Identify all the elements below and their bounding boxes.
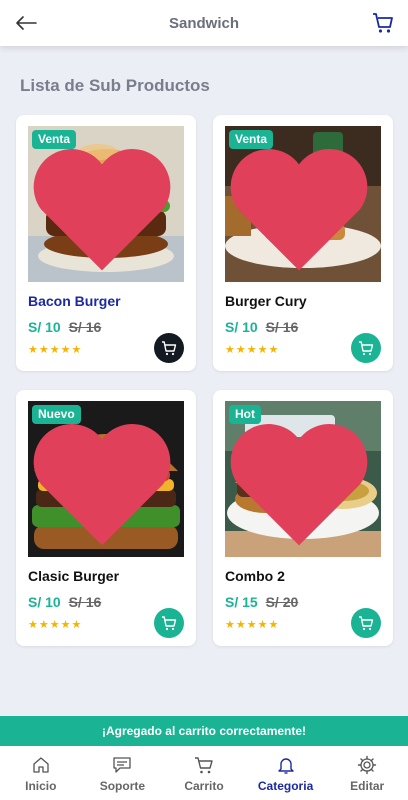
app-header: Sandwich — [0, 0, 408, 46]
page-title: Sandwich — [168, 14, 239, 32]
product-image[interactable]: Venta — [28, 126, 184, 282]
product-card[interactable]: Nuevo Clasic Burger S/ 10 S/ 16 ★★★★★ — [16, 390, 196, 646]
success-toast: ¡Agregado al carrito correctamente! — [0, 716, 408, 746]
tab-label: Editar — [350, 779, 385, 793]
rating-stars: ★★★★★ — [225, 344, 280, 356]
shopping-cart-icon[interactable] — [372, 11, 394, 35]
support-icon — [113, 757, 132, 773]
bottom-tab-bar: Inicio Soporte Carrito Categoria Editar — [0, 746, 408, 800]
tab-soporte[interactable]: Soporte — [82, 746, 164, 800]
cart-icon — [359, 616, 374, 631]
tab-label: Carrito — [184, 779, 224, 793]
tab-label: Inicio — [25, 779, 57, 793]
home-icon — [33, 757, 49, 773]
product-prices: S/ 10 S/ 16 — [28, 319, 101, 335]
heart-icon[interactable] — [225, 130, 377, 282]
product-card[interactable]: Venta Bacon Burger S/ 10 S/ 16 ★★★★★ — [16, 115, 196, 371]
tab-categoria[interactable]: Categoria — [245, 746, 327, 800]
product-prices: S/ 10 S/ 16 — [225, 319, 298, 335]
product-name[interactable]: Burger Cury — [225, 293, 307, 309]
product-old-price: S/ 20 — [265, 594, 299, 610]
add-to-cart-button[interactable] — [351, 333, 381, 363]
tab-label: Categoria — [257, 779, 314, 793]
tab-editar[interactable]: Editar — [326, 746, 408, 800]
product-image[interactable]: Nuevo — [28, 401, 184, 557]
product-image[interactable]: Venta — [225, 126, 381, 282]
heart-icon[interactable] — [28, 405, 180, 557]
rating-stars: ★★★★★ — [28, 619, 83, 631]
rating-stars: ★★★★★ — [225, 619, 280, 631]
product-old-price: S/ 16 — [265, 319, 299, 335]
section-title: Lista de Sub Productos — [20, 76, 210, 95]
arrow-left-icon[interactable] — [14, 13, 38, 33]
product-prices: S/ 15 S/ 20 — [225, 594, 298, 610]
tab-carrito[interactable]: Carrito — [163, 746, 245, 800]
product-card[interactable]: Venta Burger Cury S/ 10 S/ 16 ★★★★★ — [213, 115, 393, 371]
cart-icon — [359, 341, 374, 356]
product-price: S/ 10 — [225, 319, 258, 335]
tab-label: Soporte — [99, 779, 146, 793]
product-price: S/ 10 — [28, 594, 61, 610]
product-card[interactable]: Hot Combo 2 S/ 15 S/ 20 ★★★★★ — [213, 390, 393, 646]
product-image[interactable]: Hot — [225, 401, 381, 557]
product-name[interactable]: Combo 2 — [225, 568, 285, 584]
product-old-price: S/ 16 — [68, 319, 102, 335]
rating-stars: ★★★★★ — [28, 344, 83, 356]
add-to-cart-button[interactable] — [154, 608, 184, 638]
cart-icon — [162, 616, 177, 631]
heart-icon[interactable] — [28, 130, 180, 282]
bell-icon — [277, 758, 294, 774]
cart-icon — [162, 341, 177, 356]
product-price: S/ 10 — [28, 319, 61, 335]
cart-icon — [194, 757, 213, 774]
product-name[interactable]: Bacon Burger — [28, 293, 121, 309]
product-old-price: S/ 16 — [68, 594, 102, 610]
product-name[interactable]: Clasic Burger — [28, 568, 119, 584]
tab-inicio[interactable]: Inicio — [0, 746, 82, 800]
product-price: S/ 15 — [225, 594, 258, 610]
add-to-cart-button[interactable] — [351, 608, 381, 638]
add-to-cart-button[interactable] — [154, 333, 184, 363]
gear-icon — [357, 755, 377, 775]
heart-icon[interactable] — [225, 405, 377, 557]
product-prices: S/ 10 S/ 16 — [28, 594, 101, 610]
